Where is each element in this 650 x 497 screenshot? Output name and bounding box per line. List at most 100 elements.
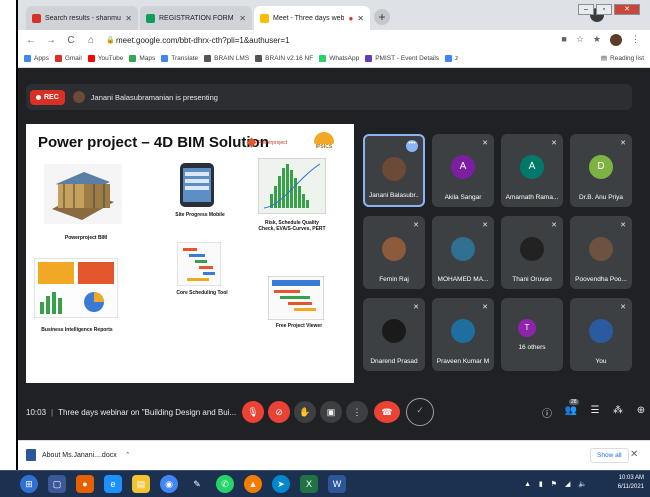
tab-gmail-search[interactable]: Search results - shanmugavelu ✕ [26, 6, 138, 30]
folder-icon[interactable]: ▤ [132, 475, 150, 493]
excel-icon[interactable]: X [300, 475, 318, 493]
bookmark-label: Apps [34, 55, 49, 62]
bookmark-label: PMIST - Event Details [375, 55, 440, 62]
raise-hand-button[interactable]: ✋ [294, 401, 316, 423]
extensions-icon[interactable]: ★ [593, 34, 601, 46]
participant-tile[interactable]: ✕ A Akila Sangar [432, 134, 494, 207]
avatar [382, 237, 406, 261]
bookmark-youtube[interactable]: YouTube [87, 55, 123, 62]
system-tray-icons[interactable]: ▲ ▮ ⚑ ◢ 🔈 [524, 480, 590, 488]
participant-tile[interactable]: ✕ MOHAMED MA... [432, 216, 494, 289]
slide-item-powerproject-bim: Powerproject BIM [64, 235, 108, 241]
meet-control-bar: 10:03 | Three days webinar on "Building … [18, 396, 650, 440]
chrome-icon[interactable]: ◉ [160, 475, 178, 493]
mic-off-icon: ✕ [413, 222, 419, 229]
tab-strip: Search results - shanmugavelu ✕ REGISTRA… [18, 0, 650, 30]
zoom-icon [445, 55, 453, 62]
close-icon[interactable]: ✕ [125, 14, 132, 23]
bookmark-maps[interactable]: Maps [129, 55, 155, 62]
reload-icon[interactable]: C [64, 35, 78, 46]
bookmark-pmist[interactable]: PMIST - Event Details [365, 55, 439, 62]
avatar [451, 319, 475, 343]
gmail-icon [54, 55, 62, 62]
bookmark-apps[interactable]: Apps [24, 55, 49, 62]
firefox-icon[interactable]: ● [76, 475, 94, 493]
vlc-icon[interactable]: ▲ [244, 475, 262, 493]
home-icon[interactable]: ⌂ [84, 35, 98, 46]
people-button[interactable]: 👥 28 [564, 399, 579, 416]
paint-icon[interactable]: ✎ [188, 475, 206, 493]
others-tile[interactable]: T 16 others [501, 298, 563, 371]
self-tile[interactable]: ✕ You [570, 298, 632, 371]
close-icon[interactable]: ✕ [630, 449, 638, 460]
more-options-button[interactable]: ⋮ [346, 401, 368, 423]
mic-off-icon: ✕ [482, 304, 488, 311]
star-icon[interactable]: ☆ [576, 34, 584, 46]
forward-icon[interactable]: → [44, 35, 58, 46]
whatsapp-icon[interactable]: ✆ [216, 475, 234, 493]
close-icon[interactable]: ✕ [357, 14, 364, 23]
present-button[interactable]: ▣ [320, 401, 342, 423]
host-controls-icon[interactable]: ⊕ [634, 405, 648, 416]
participant-tile[interactable]: ••• Janani Balasubr... [363, 134, 425, 207]
bookmark-gmail[interactable]: Gmail [54, 55, 82, 62]
window-controls: – ▫ ✕ [578, 4, 640, 15]
participant-tile[interactable]: ✕ Dnarend Prasad [363, 298, 425, 371]
participant-name: Dnarend Prasad [370, 358, 418, 365]
participant-tile[interactable]: ✕ Thani Oruvan [501, 216, 563, 289]
participant-tile[interactable]: ✕ A Amarnath Rama... [501, 134, 563, 207]
telegram-icon[interactable]: ➤ [272, 475, 290, 493]
bookmark-whatsapp[interactable]: WhatsApp [319, 55, 359, 62]
participant-tile[interactable]: ✕ Poovendha Poo... [570, 216, 632, 289]
bookmark-label: Maps [139, 55, 156, 62]
more-options-icon[interactable]: ••• [406, 140, 418, 152]
logo-ip-text: IPSICS [315, 144, 333, 150]
new-tab-button[interactable]: + [374, 9, 390, 25]
start-icon[interactable]: ⊞ [20, 475, 38, 493]
avatar: A [451, 155, 475, 179]
camera-toggle-button[interactable]: ⊘ [268, 401, 290, 423]
slide-item-site-progress: Site Progress Mobile [175, 212, 225, 218]
bookmark-translate[interactable]: Translate [161, 55, 198, 62]
minimize-button[interactable]: – [578, 4, 594, 15]
tab-meet[interactable]: Meet - Three days webinar ● ✕ [254, 6, 370, 30]
close-window-button[interactable]: ✕ [614, 4, 640, 15]
ie-icon[interactable]: e [104, 475, 122, 493]
bookmark-brain-v216[interactable]: BRAIN v2.16 NF [255, 55, 313, 62]
check-icon[interactable]: ✓ [406, 398, 434, 426]
tab-label: Meet - Three days webinar [273, 14, 345, 22]
mic-toggle-button[interactable]: 🎙 [242, 401, 264, 423]
tab-registration-form[interactable]: REGISTRATION FORM (Respons ✕ [140, 6, 252, 30]
participant-tile[interactable]: ✕ Praveen Kumar M [432, 298, 494, 371]
download-item[interactable]: About Ms.Janani....docx ⌃ [26, 449, 131, 461]
forms-icon [146, 13, 155, 23]
camera-icon[interactable]: ■ [561, 34, 566, 46]
tab-label: REGISTRATION FORM (Respons [159, 14, 235, 22]
menu-icon[interactable]: ⋮ [631, 34, 640, 46]
bookmark-label: WhatsApp [329, 55, 360, 62]
slide-title: Power project – 4D BIM Solution [38, 134, 269, 151]
chevron-up-icon[interactable]: ⌃ [125, 451, 131, 459]
url-text: meet.google.com/bbt-dhrx-cth?pli=1&authu… [116, 35, 290, 45]
show-all-button[interactable]: Show all [590, 448, 629, 463]
bookmark-brain-lms[interactable]: BRAIN LMS [204, 55, 249, 62]
info-icon[interactable]: ⓘ [540, 405, 554, 420]
chat-icon[interactable]: ☰ [588, 405, 602, 416]
bookmark-z[interactable]: z [445, 55, 458, 62]
back-icon[interactable]: ← [24, 35, 38, 46]
activities-icon[interactable]: ⁂ [611, 405, 625, 416]
bookmark-label: BRAIN v2.16 NF [265, 55, 314, 62]
participant-tile[interactable]: ✕ D Dr.B. Anu Priya [570, 134, 632, 207]
word-icon[interactable]: W [328, 475, 346, 493]
maximize-button[interactable]: ▫ [596, 4, 612, 15]
avatar[interactable] [610, 34, 622, 46]
clock[interactable]: 10:03 AM 6/11/2021 [618, 474, 644, 492]
close-icon[interactable]: ✕ [239, 14, 246, 23]
reading-list[interactable]: ▤ Reading list [601, 54, 644, 63]
leave-call-button[interactable]: ☎ [374, 401, 400, 423]
participant-name: Akila Sangar [444, 194, 482, 201]
mic-off-icon: ✕ [620, 222, 626, 229]
window-icon[interactable]: ▢ [48, 475, 66, 493]
address-bar[interactable]: 🔒 meet.google.com/bbt-dhrx-cth?pli=1&aut… [106, 32, 561, 48]
participant-tile[interactable]: ✕ Femin Raj [363, 216, 425, 289]
